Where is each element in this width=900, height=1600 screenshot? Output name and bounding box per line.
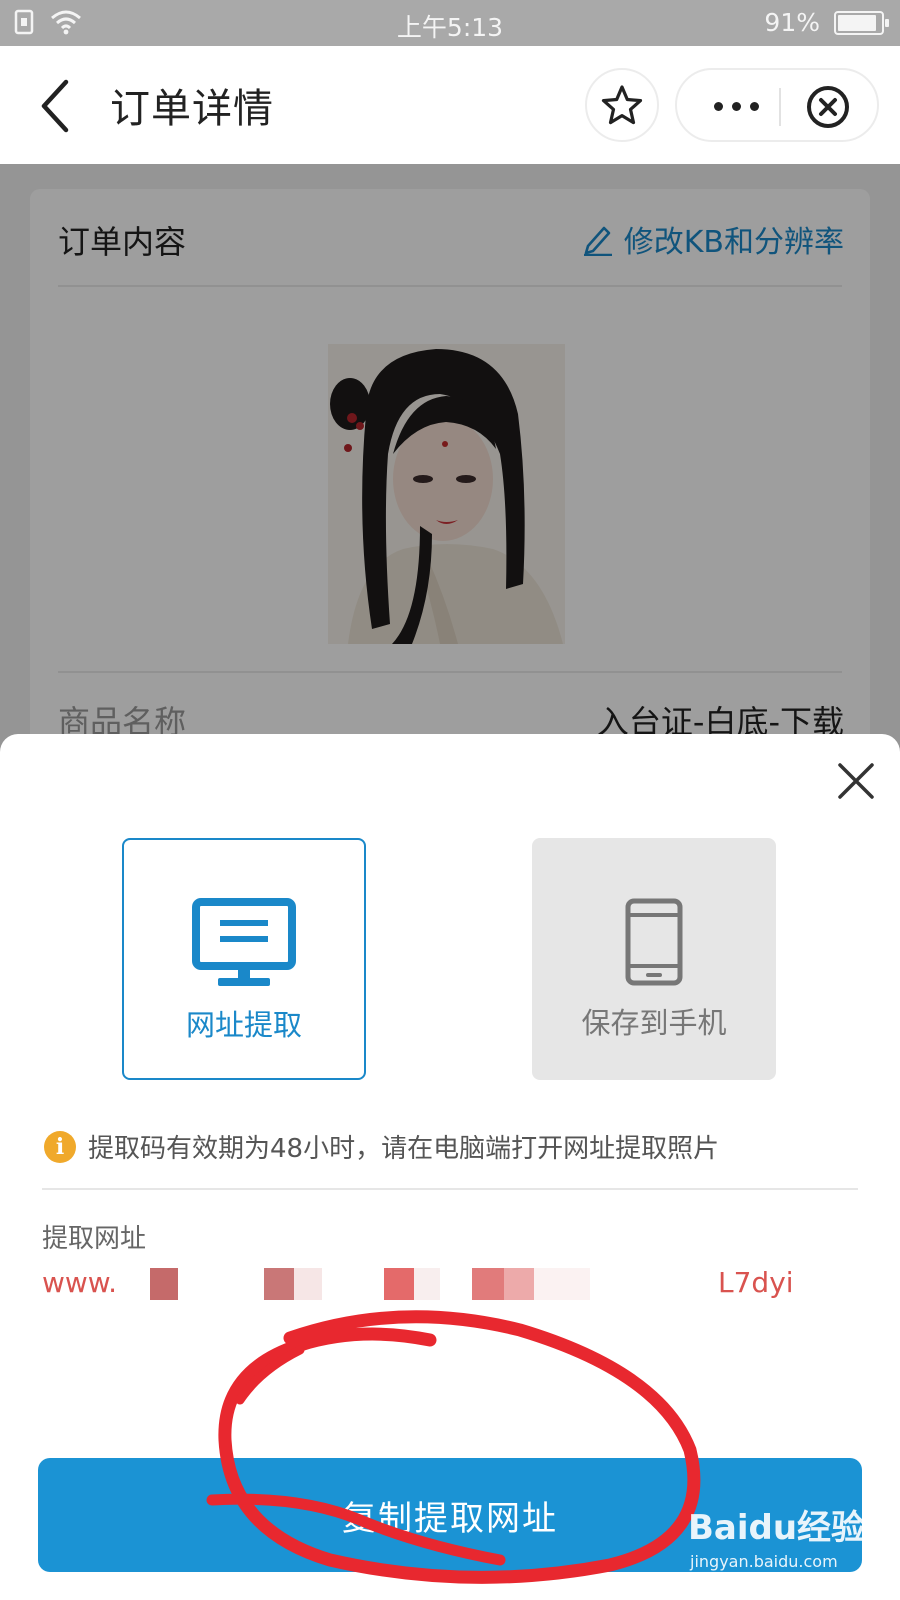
option-icon-wrap	[532, 898, 776, 986]
option-icon-wrap	[124, 898, 364, 988]
redaction-mask	[150, 1268, 178, 1300]
capsule-divider	[779, 88, 781, 126]
battery-percent: 91%	[764, 8, 820, 37]
extract-url[interactable]: www. L7dyi	[42, 1266, 802, 1306]
page-title: 订单详情	[110, 86, 274, 132]
status-icons-right: 91%	[764, 8, 889, 37]
url-suffix: L7dyi	[718, 1266, 794, 1299]
sheet-divider	[42, 1188, 858, 1190]
option-label: 网址提取	[185, 1008, 302, 1042]
redaction-mask	[264, 1268, 294, 1300]
info-icon: i	[44, 1130, 76, 1163]
redaction-mask	[472, 1268, 504, 1300]
close-circle-icon[interactable]	[803, 82, 853, 132]
back-arrow-icon[interactable]	[32, 76, 82, 136]
redaction-mask	[534, 1268, 590, 1300]
option-save-to-phone[interactable]: 保存到手机	[532, 838, 776, 1080]
battery-fill	[838, 14, 877, 31]
option-label: 保存到手机	[581, 1006, 727, 1040]
watermark-brand: Baidu经验	[688, 1508, 866, 1548]
close-icon[interactable]	[836, 761, 876, 801]
redaction-mask	[294, 1268, 322, 1300]
nav-bar: 订单详情	[0, 46, 900, 164]
redaction-mask	[384, 1268, 414, 1300]
more-dots-icon[interactable]	[701, 88, 771, 124]
url-label: 提取网址	[42, 1224, 147, 1254]
option-url-extract[interactable]: 网址提取	[122, 838, 366, 1080]
mini-program-capsule	[675, 68, 879, 142]
monitor-icon	[192, 898, 296, 986]
redaction-mask	[414, 1268, 440, 1300]
url-prefix: www.	[42, 1266, 118, 1299]
status-bar: 上午5:13 91%	[0, 0, 900, 46]
redaction-mask	[504, 1268, 534, 1300]
baidu-jingyan-watermark: Baidu经验 jingyan.baidu.com	[688, 1500, 888, 1590]
watermark-domain: jingyan.baidu.com	[690, 1552, 838, 1571]
favorite-button[interactable]	[585, 68, 659, 142]
download-options-sheet: 网址提取 保存到手机 i 提取码有效期为48小时，请在电脑端打开网址提取照片 提…	[0, 734, 900, 1600]
tip-text: 提取码有效期为48小时，请在电脑端打开网址提取照片	[88, 1134, 720, 1164]
star-icon	[601, 85, 643, 125]
battery-icon	[834, 10, 889, 35]
validity-tip: i 提取码有效期为48小时，请在电脑端打开网址提取照片	[44, 1128, 719, 1165]
phone-icon	[625, 898, 683, 986]
